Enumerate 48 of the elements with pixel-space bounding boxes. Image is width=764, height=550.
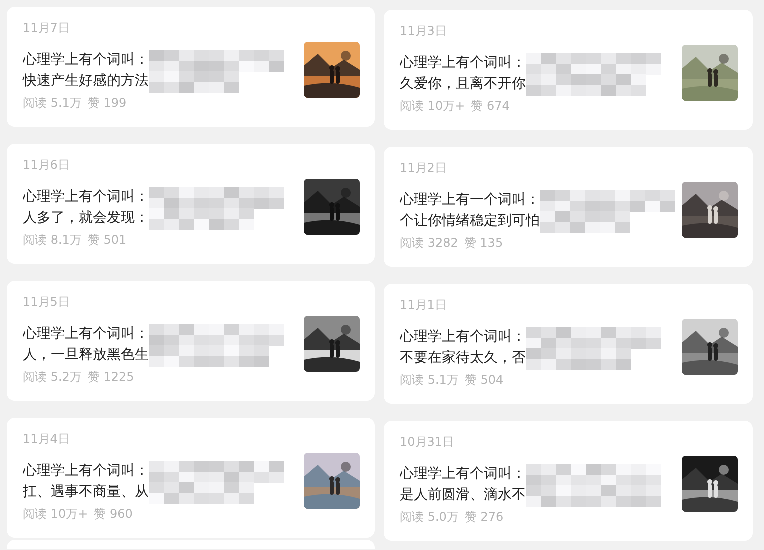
article-title-line[interactable]: 心理学上有个词叫： <box>400 464 526 485</box>
read-count: 阅读 10万+ <box>400 98 466 115</box>
article-date: 11月5日 <box>23 294 70 310</box>
read-count: 阅读 5.2万 <box>23 369 82 386</box>
article-card[interactable]: 11月1日 心理学上有个词叫： 不要在家待太久，否 阅读 5.1万 赞 504 <box>384 284 753 404</box>
article-card[interactable]: 11月7日 心理学上有个词叫： 快速产生好感的方法 阅读 5.1万 赞 199 <box>7 7 375 127</box>
read-count: 阅读 5.1万 <box>400 372 459 389</box>
article-card[interactable]: 11月6日 心理学上有个词叫： 人多了，就会发现： 阅读 8.1万 赞 501 <box>7 144 375 264</box>
article-title-line[interactable]: 人多了，就会发现： <box>23 208 149 229</box>
article-title-line[interactable]: 心理学上有一个词叫： <box>400 190 540 211</box>
article-title-line[interactable]: 心理学上有个词叫： <box>23 50 149 71</box>
article-date: 11月4日 <box>23 431 70 447</box>
article-title-line[interactable]: 心理学上有个词叫： <box>23 324 149 345</box>
article-card[interactable]: 11月3日 心理学上有个词叫： 久爱你，且离不开你 阅读 10万+ 赞 674 <box>384 10 753 130</box>
like-count: 赞 199 <box>88 95 127 112</box>
article-card[interactable]: 11月2日 心理学上有一个词叫： 个让你情绪稳定到可怕 阅读 3282 赞 135 <box>384 147 753 267</box>
article-title-line[interactable]: 心理学上有个词叫： <box>400 327 526 348</box>
article-title-line[interactable]: 久爱你，且离不开你 <box>400 74 526 95</box>
like-count: 赞 504 <box>464 372 504 389</box>
article-card[interactable]: 11月5日 心理学上有个词叫： 人，一旦释放黑色生 阅读 5.2万 赞 1225 <box>7 281 375 401</box>
article-title-line[interactable]: 心理学上有个词叫： <box>23 187 149 208</box>
article-date: 11月2日 <box>400 160 447 176</box>
article-title-line[interactable]: 扛、遇事不商量、从 <box>23 482 149 503</box>
article-title-line[interactable]: 是人前圆滑、滴水不 <box>400 485 526 506</box>
read-count: 阅读 5.1万 <box>23 95 82 112</box>
article-date: 11月1日 <box>400 297 447 313</box>
read-count: 阅读 10万+ <box>23 506 88 523</box>
like-count: 赞 960 <box>94 506 133 523</box>
article-card[interactable]: 10月31日 心理学上有个词叫： 是人前圆滑、滴水不 阅读 5.0万 赞 276 <box>384 421 753 541</box>
article-date: 11月6日 <box>23 157 70 173</box>
like-count: 赞 1225 <box>88 369 134 386</box>
like-count: 赞 674 <box>471 98 510 115</box>
article-date: 10月31日 <box>400 434 455 450</box>
like-count: 赞 135 <box>464 235 504 252</box>
read-count: 阅读 3282 <box>400 235 458 252</box>
like-count: 赞 276 <box>464 509 504 526</box>
article-title-line[interactable]: 心理学上有个词叫： <box>400 53 526 74</box>
article-title-line[interactable]: 不要在家待太久，否 <box>400 348 526 369</box>
article-title-line[interactable]: 快速产生好感的方法 <box>23 71 149 92</box>
article-title-line[interactable]: 心理学上有个词叫： <box>23 461 149 482</box>
like-count: 赞 501 <box>88 232 127 249</box>
read-count: 阅读 5.0万 <box>400 509 459 526</box>
article-date: 11月3日 <box>400 23 447 39</box>
article-date: 11月7日 <box>23 20 70 36</box>
read-count: 阅读 8.1万 <box>23 232 82 249</box>
article-title-line[interactable]: 个让你情绪稳定到可怕 <box>400 211 540 232</box>
article-title-line[interactable]: 人，一旦释放黑色生 <box>23 345 149 366</box>
article-card[interactable]: 11月4日 心理学上有个词叫： 扛、遇事不商量、从 阅读 10万+ 赞 960 <box>7 418 375 538</box>
